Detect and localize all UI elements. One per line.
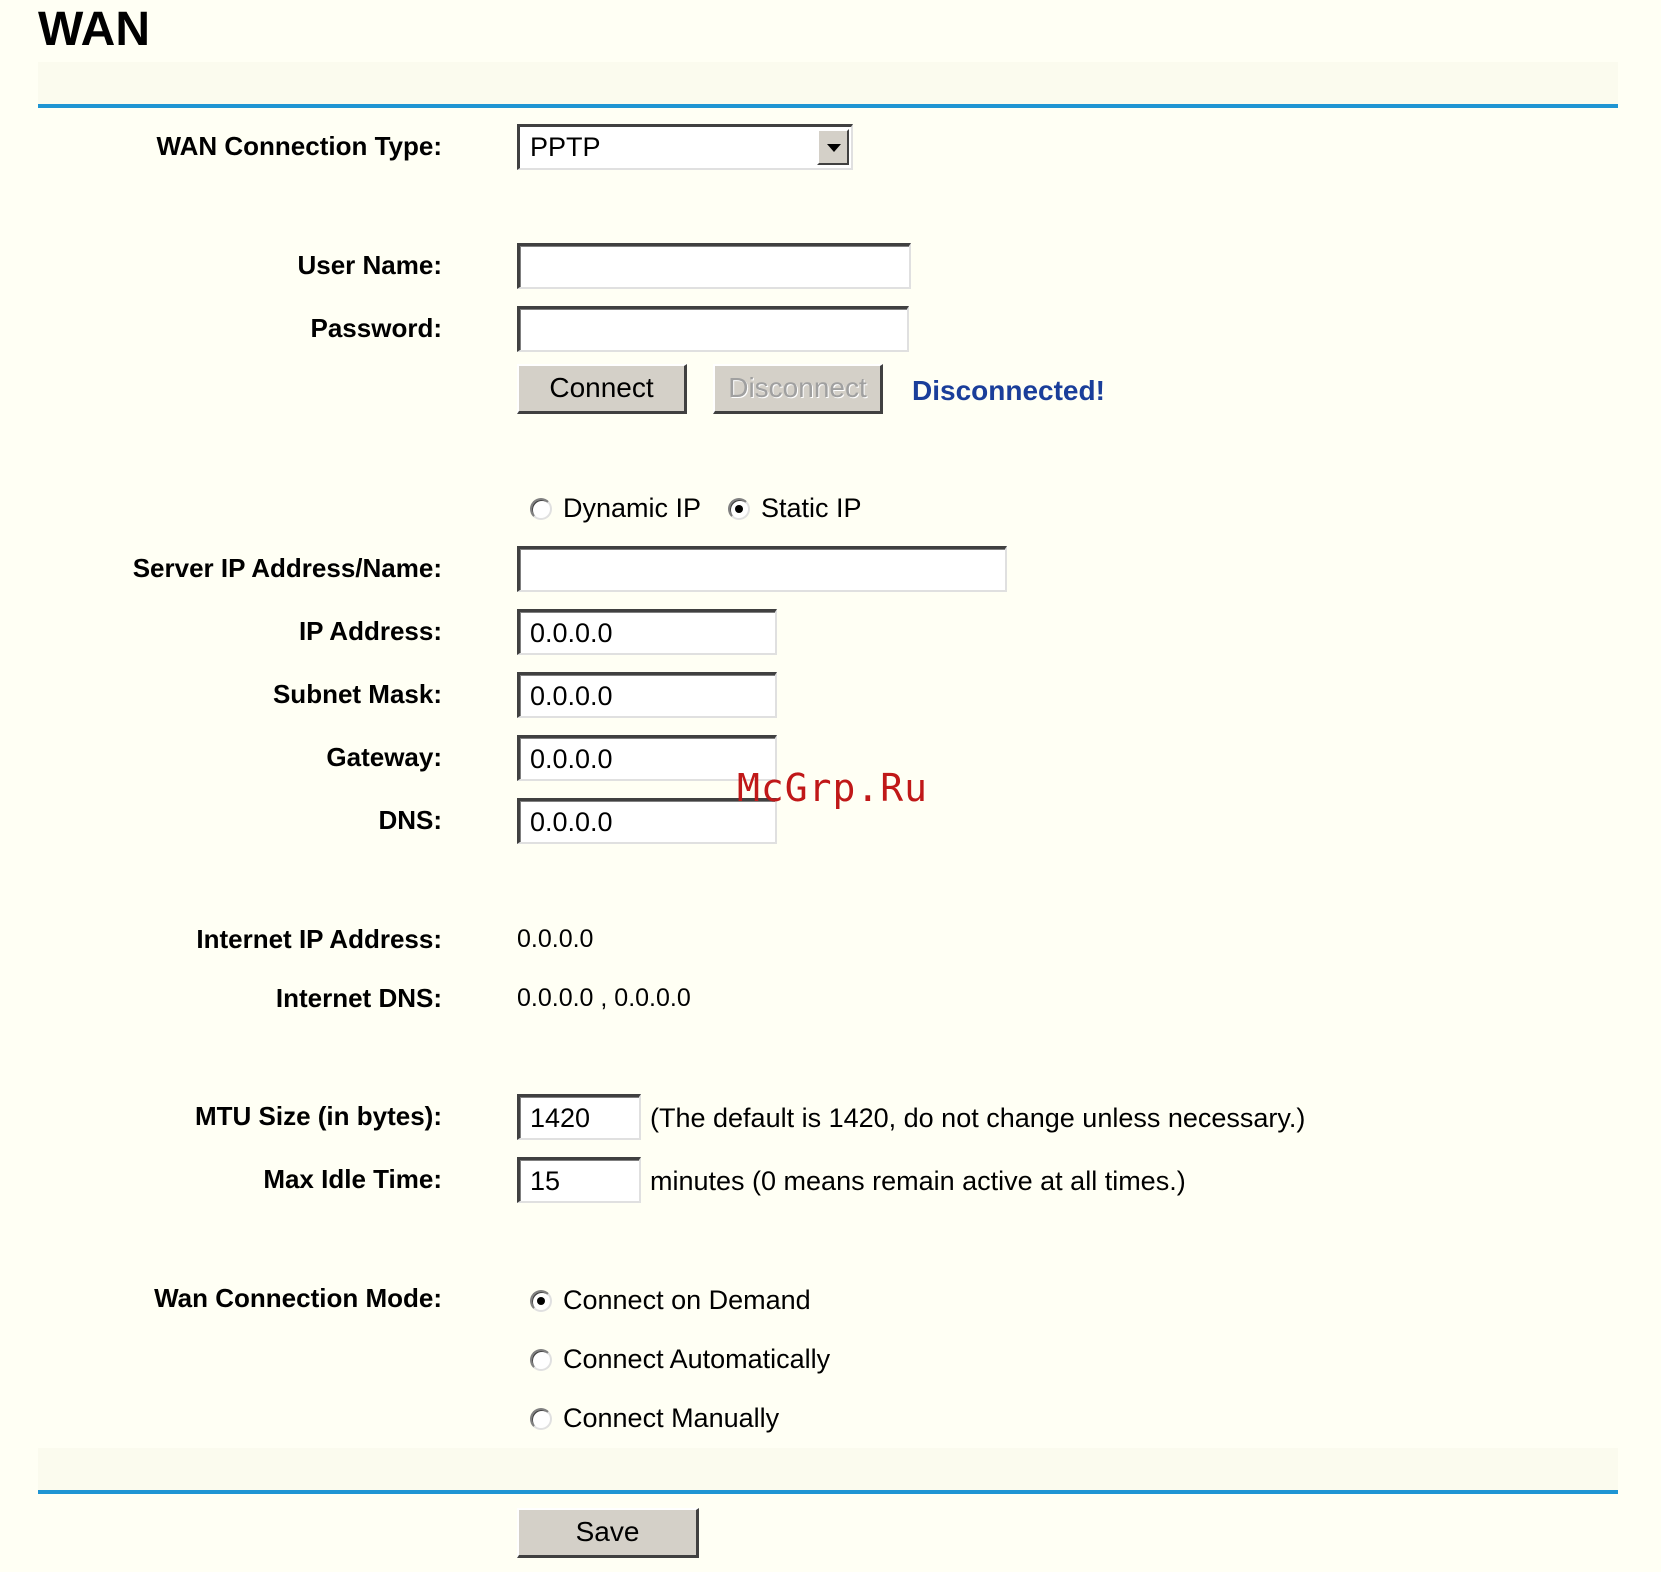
dns-label: DNS:: [378, 805, 442, 835]
idle-time-field[interactable]: 15: [517, 1157, 641, 1203]
idle-time-hint: minutes (0 means remain active at all ti…: [650, 1166, 1186, 1196]
mode-on-demand-label: Connect on Demand: [563, 1285, 811, 1315]
mtu-field[interactable]: 1420: [517, 1094, 641, 1140]
mode-on-demand-radio[interactable]: [530, 1290, 552, 1312]
footer-band: [38, 1448, 1618, 1490]
username-field[interactable]: [517, 243, 911, 289]
static-ip-label: Static IP: [761, 493, 862, 523]
dynamic-ip-radio[interactable]: [530, 498, 552, 520]
mode-manual-label: Connect Manually: [563, 1403, 780, 1433]
internet-ip-value: 0.0.0.0: [517, 925, 594, 953]
ip-address-label: IP Address:: [298, 616, 442, 646]
chevron-down-icon[interactable]: [817, 129, 849, 165]
password-label: Password:: [310, 313, 443, 343]
gateway-label: Gateway:: [326, 742, 442, 772]
mode-automatic-radio[interactable]: [530, 1349, 552, 1371]
internet-dns-label: Internet DNS:: [275, 983, 442, 1013]
page-title: WAN: [38, 3, 150, 56]
subnet-mask-label: Subnet Mask:: [272, 679, 442, 709]
username-label: User Name:: [297, 250, 442, 280]
top-divider: [38, 104, 1618, 108]
server-ip-label: Server IP Address/Name:: [132, 553, 442, 583]
header-band: [38, 62, 1618, 104]
mtu-hint: (The default is 1420, do not change unle…: [650, 1103, 1306, 1133]
connect-button[interactable]: Connect: [517, 364, 687, 414]
server-ip-field[interactable]: [517, 546, 1007, 592]
static-ip-radio[interactable]: [728, 498, 750, 520]
mode-manual-radio[interactable]: [530, 1408, 552, 1430]
mtu-label: MTU Size (in bytes):: [194, 1101, 442, 1131]
internet-ip-label: Internet IP Address:: [196, 924, 442, 954]
watermark: McGrp.Ru: [737, 766, 929, 810]
save-button[interactable]: Save: [517, 1508, 699, 1558]
mode-automatic-label: Connect Automatically: [563, 1344, 831, 1374]
bottom-divider: [38, 1490, 1618, 1494]
connection-status: Disconnected!: [912, 375, 1105, 406]
password-field[interactable]: [517, 306, 909, 352]
disconnect-button[interactable]: Disconnect: [713, 364, 883, 414]
idle-time-label: Max Idle Time:: [263, 1164, 442, 1194]
subnet-mask-field[interactable]: 0.0.0.0: [517, 672, 777, 718]
wan-type-select[interactable]: PPTP: [517, 124, 853, 170]
wan-type-label: WAN Connection Type:: [156, 131, 442, 161]
internet-dns-value: 0.0.0.0 , 0.0.0.0: [517, 984, 691, 1012]
ip-address-field[interactable]: 0.0.0.0: [517, 609, 777, 655]
wan-type-value: PPTP: [530, 132, 601, 162]
connection-mode-label: Wan Connection Mode:: [154, 1283, 442, 1313]
dynamic-ip-label: Dynamic IP: [563, 493, 702, 523]
